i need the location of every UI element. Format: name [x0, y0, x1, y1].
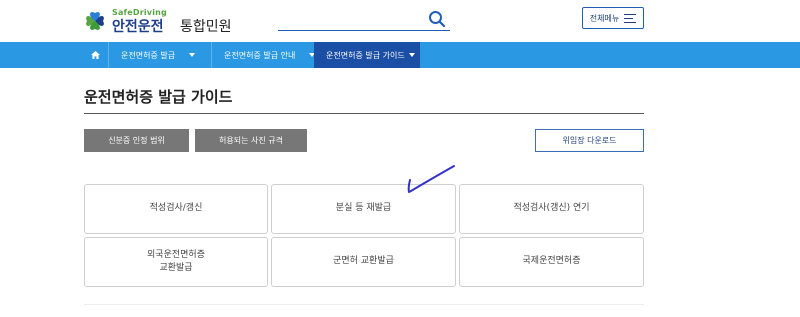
hamburger-icon	[624, 13, 637, 23]
photo-spec-button[interactable]: 허용되는 사진 규격	[195, 129, 307, 152]
card-military-license-exchange[interactable]: 군면허 교환발급	[271, 237, 456, 287]
logo-subtitle: 통합민원	[180, 19, 232, 35]
nav-item-label: 운전면허증 발급 가이드	[326, 50, 405, 60]
all-menu-button[interactable]: 전체메뉴	[582, 7, 644, 29]
title-divider	[84, 113, 644, 114]
page-title: 운전면허증 발급 가이드	[84, 88, 233, 106]
chevron-down-icon	[408, 53, 415, 57]
site-logo[interactable]: SafeDriving 안전운전 통합민원	[84, 7, 254, 35]
logo-title: 안전운전	[112, 19, 164, 35]
main-nav: 운전면허증 발급 운전면허증 발급 안내 운전면허증 발급 가이드	[0, 42, 800, 68]
nav-home[interactable]	[82, 42, 108, 68]
chevron-down-icon	[189, 53, 196, 57]
id-scope-button[interactable]: 신분증 인정 범위	[84, 129, 189, 152]
home-icon	[90, 51, 100, 59]
proxy-form-download-button[interactable]: 위임장 다운로드	[535, 129, 644, 152]
search-input[interactable]	[278, 9, 426, 29]
card-international-license[interactable]: 국제운전면허증	[459, 237, 644, 287]
search-icon[interactable]	[428, 10, 446, 28]
content-divider	[84, 304, 644, 305]
nav-item-issue-info[interactable]: 운전면허증 발급 안내	[211, 42, 316, 68]
annotation-check-icon	[407, 165, 455, 193]
nav-item-label: 운전면허증 발급	[121, 50, 176, 60]
card-aptitude-renewal[interactable]: 적성검사/갱신	[84, 184, 268, 234]
card-foreign-license-exchange[interactable]: 외국운전면허증 교환발급	[84, 237, 268, 287]
all-menu-label: 전체메뉴	[589, 13, 620, 23]
nav-item-license-issue[interactable]: 운전면허증 발급	[108, 42, 211, 68]
nav-item-issue-guide[interactable]: 운전면허증 발급 가이드	[314, 42, 420, 68]
card-renewal-postpone[interactable]: 적성검사(갱신) 연기	[459, 184, 644, 234]
logo-clover-icon	[86, 12, 104, 30]
site-header: SafeDriving 안전운전 통합민원 전체메뉴	[0, 0, 800, 42]
nav-item-label: 운전면허증 발급 안내	[224, 50, 296, 60]
search-bar	[278, 9, 450, 31]
